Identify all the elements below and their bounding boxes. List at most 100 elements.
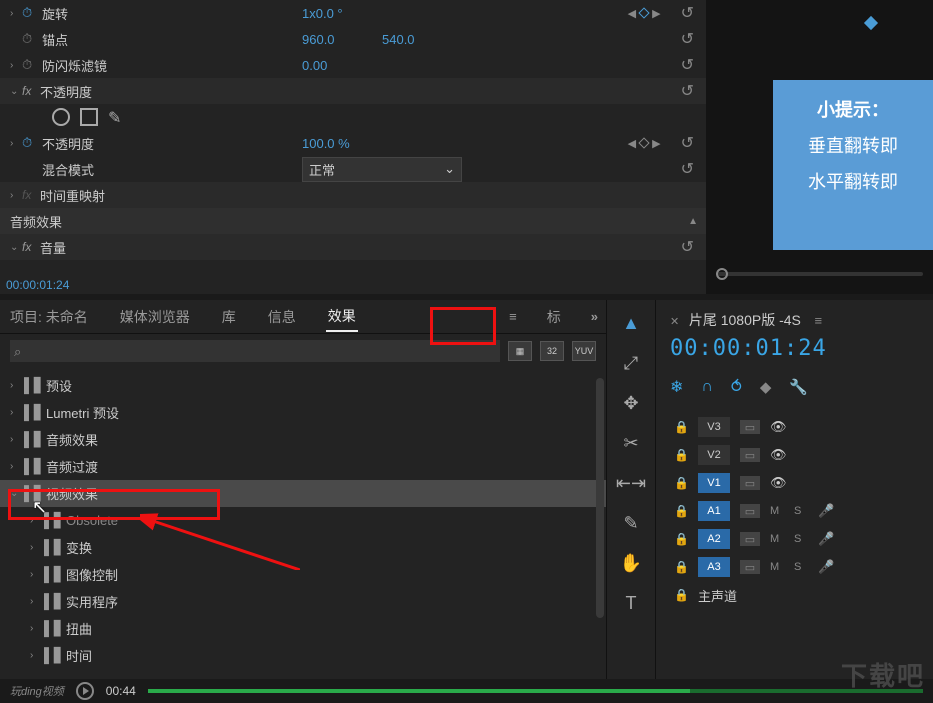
selection-tool-icon[interactable]: ▲: [618, 310, 644, 336]
kf-add-icon[interactable]: [638, 7, 649, 18]
hand-tool-icon[interactable]: ✋: [618, 550, 644, 576]
track-output-icon[interactable]: ▭: [740, 504, 760, 518]
marker-tool-icon[interactable]: ◆: [760, 378, 772, 396]
expand-arrow-icon[interactable]: ›: [30, 596, 44, 607]
fx-badge-icon[interactable]: fx: [22, 240, 40, 254]
reset-icon[interactable]: ↺: [681, 3, 694, 23]
solo-button[interactable]: S: [794, 505, 808, 517]
stopwatch-icon[interactable]: ⏱: [22, 57, 42, 73]
opacity-value[interactable]: 100.0 %: [302, 136, 362, 151]
track-toggle[interactable]: A3: [698, 557, 730, 577]
audio-fx-header[interactable]: 音频效果 ▲: [0, 208, 706, 234]
anchor-y[interactable]: 540.0: [382, 32, 415, 47]
fx-opacity-group[interactable]: ⌄ fx 不透明度 ↺: [0, 78, 706, 104]
mic-icon[interactable]: 🎤: [818, 531, 834, 547]
collapse-up-icon[interactable]: ▲: [688, 216, 698, 227]
tab-media-browser[interactable]: 媒体浏览器: [118, 303, 192, 331]
reset-icon[interactable]: ↺: [681, 55, 694, 75]
kf-prev-icon[interactable]: ◀: [628, 137, 636, 150]
mute-button[interactable]: M: [770, 533, 784, 545]
rotation-value[interactable]: 1x0.0 °: [302, 6, 362, 21]
scrub-handle-icon[interactable]: [716, 268, 728, 280]
snap-icon[interactable]: ❄: [670, 377, 683, 397]
eye-icon[interactable]: 👁: [770, 447, 788, 463]
track-select-tool-icon[interactable]: ⤢: [618, 350, 644, 376]
blend-mode-select[interactable]: 正常 ⌄: [302, 157, 462, 182]
expand-arrow-icon[interactable]: ›: [30, 650, 44, 661]
tree-row[interactable]: › ▌▋ 时间: [0, 642, 606, 668]
tree-row[interactable]: › ▌▋ Lumetri 预设: [0, 399, 606, 426]
panel-menu-icon[interactable]: ≡: [815, 313, 823, 328]
monitor-scrubber[interactable]: [716, 272, 923, 276]
expand-arrow-icon[interactable]: ›: [10, 461, 24, 472]
expand-arrow-icon[interactable]: ›: [10, 8, 22, 19]
link-icon[interactable]: ⥀: [731, 377, 742, 397]
mic-icon[interactable]: 🎤: [818, 503, 834, 519]
expand-arrow-icon[interactable]: ›: [10, 190, 22, 201]
reset-icon[interactable]: ↺: [681, 159, 694, 179]
accel-badge-icon[interactable]: ▦: [508, 341, 532, 361]
tree-row[interactable]: › ▌▋ 实用程序: [0, 588, 606, 615]
tree-row[interactable]: ⌄ ▌▋ 视频效果: [0, 480, 606, 507]
tree-row[interactable]: › ▌▋ 变换: [0, 534, 606, 561]
tree-row[interactable]: › ▌▋ 扭曲: [0, 615, 606, 642]
stopwatch-icon[interactable]: ⏱: [22, 31, 42, 47]
fx-timeremap-group[interactable]: › fx 时间重映射: [0, 182, 706, 208]
collapse-arrow-icon[interactable]: ⌄: [10, 86, 22, 97]
ripple-tool-icon[interactable]: ✥: [618, 390, 644, 416]
track-toggle[interactable]: V2: [698, 445, 730, 465]
track-output-icon[interactable]: ▭: [740, 448, 760, 462]
mute-button[interactable]: M: [770, 561, 784, 573]
tree-row[interactable]: › ▌▋ 音频效果: [0, 426, 606, 453]
antiflicker-value[interactable]: 0.00: [302, 58, 362, 73]
play-button[interactable]: [76, 682, 94, 700]
anchor-x[interactable]: 960.0: [302, 32, 362, 47]
tab-info[interactable]: 信息: [266, 303, 298, 331]
lock-icon[interactable]: 🔒: [674, 532, 688, 546]
scrollbar[interactable]: [596, 378, 604, 618]
track-output-icon[interactable]: ▭: [740, 476, 760, 490]
reset-icon[interactable]: ↺: [681, 29, 694, 49]
tab-project[interactable]: 项目: 未命名: [8, 303, 90, 331]
eye-icon[interactable]: 👁: [770, 475, 788, 491]
reset-icon[interactable]: ↺: [681, 81, 694, 101]
collapse-arrow-icon[interactable]: ⌄: [10, 242, 22, 253]
expand-arrow-icon[interactable]: ›: [10, 407, 24, 418]
tabs-overflow-icon[interactable]: »: [591, 309, 598, 324]
pen-tool-icon[interactable]: ✎: [618, 510, 644, 536]
razor-tool-icon[interactable]: ✂: [618, 430, 644, 456]
stopwatch-icon[interactable]: ⏱: [22, 5, 42, 21]
sequence-title[interactable]: 片尾 1080P版 -4S: [689, 312, 801, 328]
slip-tool-icon[interactable]: ⇤⇥: [618, 470, 644, 496]
tree-row[interactable]: › ▌▋ 图像控制: [0, 561, 606, 588]
mic-icon[interactable]: 🎤: [818, 559, 834, 575]
expand-arrow-icon[interactable]: ›: [10, 380, 24, 391]
tab-markers[interactable]: 标: [545, 303, 563, 331]
panel-timecode[interactable]: 00:00:01:24: [6, 278, 69, 292]
track-toggle[interactable]: V3: [698, 417, 730, 437]
pen-mask-icon[interactable]: ✎: [108, 108, 126, 126]
track-output-icon[interactable]: ▭: [740, 560, 760, 574]
track-toggle[interactable]: A2: [698, 529, 730, 549]
tree-row[interactable]: › ▌▋ 音频过渡: [0, 453, 606, 480]
video-progress[interactable]: [148, 689, 923, 693]
kf-next-icon[interactable]: ▶: [652, 7, 660, 20]
track-output-icon[interactable]: ▭: [740, 420, 760, 434]
yuv-badge-icon[interactable]: YUV: [572, 341, 596, 361]
stopwatch-icon[interactable]: ⏱: [22, 135, 42, 151]
ellipse-mask-icon[interactable]: [52, 108, 70, 126]
eye-icon[interactable]: 👁: [770, 419, 788, 435]
lock-icon[interactable]: 🔒: [674, 448, 688, 462]
lock-icon[interactable]: 🔒: [674, 476, 688, 490]
lock-icon[interactable]: 🔒: [674, 504, 688, 518]
expand-arrow-icon[interactable]: ⌄: [10, 488, 24, 499]
rect-mask-icon[interactable]: [80, 108, 98, 126]
type-tool-icon[interactable]: T: [618, 590, 644, 616]
track-output-icon[interactable]: ▭: [740, 532, 760, 546]
expand-arrow-icon[interactable]: ›: [30, 623, 44, 634]
tree-row[interactable]: › ▌▋ Obsolete: [0, 507, 606, 534]
track-toggle[interactable]: A1: [698, 501, 730, 521]
reset-icon[interactable]: ↺: [681, 133, 694, 153]
track-toggle[interactable]: V1: [698, 473, 730, 493]
kf-prev-icon[interactable]: ◀: [628, 7, 636, 20]
